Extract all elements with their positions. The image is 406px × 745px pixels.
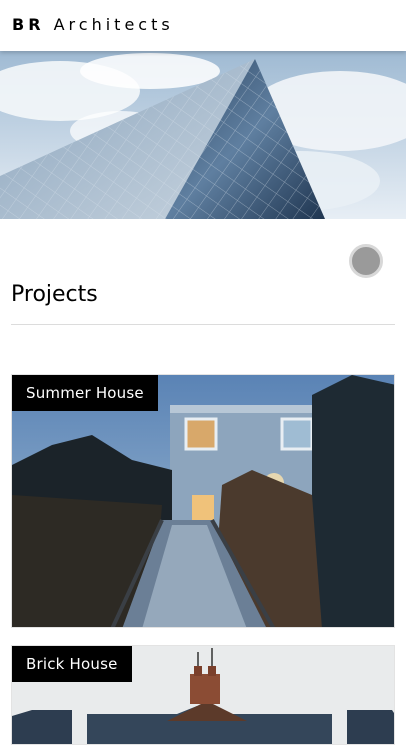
- project-label: Brick House: [12, 646, 132, 682]
- floating-action-button[interactable]: [349, 244, 383, 278]
- section-title: Projects: [11, 282, 98, 307]
- top-bar: BR Architects: [0, 0, 406, 51]
- brand-name: Architects: [53, 15, 174, 34]
- brand-initials: BR: [12, 15, 45, 34]
- section-divider: [11, 324, 395, 325]
- project-label: Summer House: [12, 375, 158, 411]
- project-card-brick-house[interactable]: Brick House: [11, 645, 395, 745]
- project-card-summer-house[interactable]: Summer House: [11, 374, 395, 628]
- hero-image: [0, 51, 406, 219]
- summer-house-image: [12, 375, 394, 627]
- brand-logo[interactable]: BR Architects: [12, 15, 174, 35]
